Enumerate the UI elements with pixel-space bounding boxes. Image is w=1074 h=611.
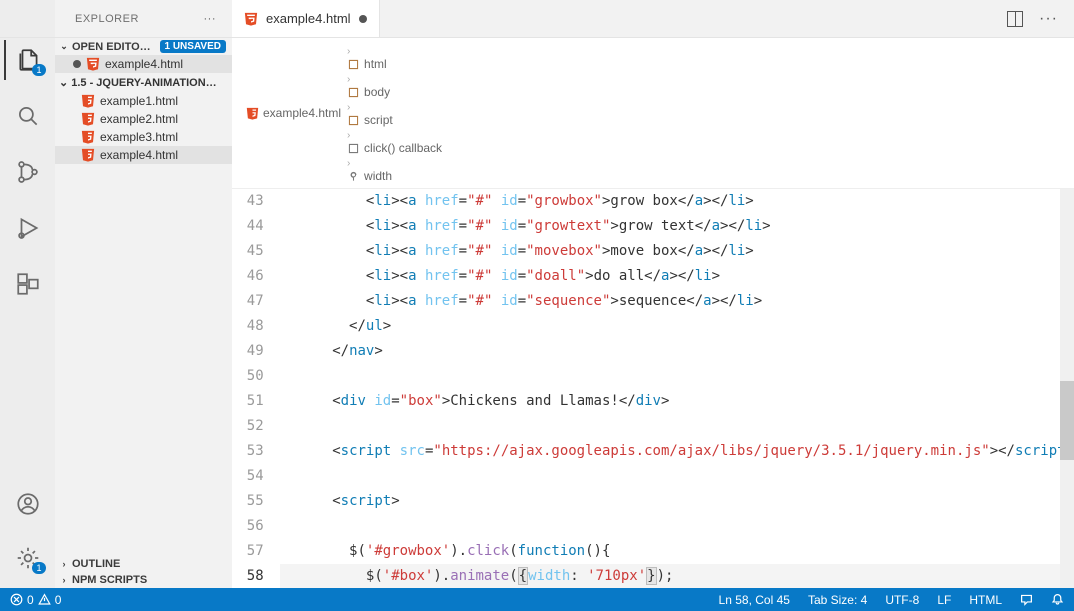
status-position[interactable]: Ln 58, Col 45	[719, 593, 790, 607]
file-name: example4.html	[105, 57, 183, 71]
activity-scm[interactable]	[4, 152, 52, 192]
html5-icon	[81, 112, 95, 126]
status-bell-icon[interactable]	[1051, 593, 1064, 606]
split-editor-icon[interactable]	[1007, 11, 1023, 27]
crumb-file[interactable]: example4.html	[246, 106, 341, 120]
explorer-heading: EXPLORER ···	[55, 0, 232, 37]
gutter: 4344454647484950515253545556575859606162…	[232, 189, 280, 588]
html5-icon	[244, 12, 258, 26]
settings-badge: 1	[32, 562, 45, 574]
editor-more-icon[interactable]: ···	[1039, 10, 1058, 28]
activity-search[interactable]	[4, 96, 52, 136]
tab-example4[interactable]: example4.html	[232, 0, 380, 37]
explorer-sidebar: ⌄ OPEN EDITO… 1 UNSAVED example4.html ⌄ …	[55, 38, 232, 588]
open-editor-item[interactable]: example4.html	[55, 55, 232, 73]
dirty-indicator-icon	[359, 15, 367, 23]
status-eol[interactable]: LF	[937, 593, 951, 607]
status-language[interactable]: HTML	[969, 593, 1002, 607]
overview-ruler[interactable]	[1060, 189, 1074, 588]
outline-label: OUTLINE	[72, 558, 120, 570]
crumb[interactable]: script	[347, 113, 442, 127]
file-item[interactable]: example4.html	[55, 146, 232, 164]
activity-account[interactable]	[4, 484, 52, 524]
crumb[interactable]: html	[347, 57, 442, 71]
file-item[interactable]: example2.html	[55, 110, 232, 128]
dirty-dot-icon	[73, 60, 81, 68]
titlebar: EXPLORER ··· example4.html ···	[0, 0, 1074, 38]
main: 1 1 ⌄ OPEN EDITO… 1 UNSAVED	[0, 38, 1074, 588]
activity-extensions[interactable]	[4, 264, 52, 304]
activity-settings[interactable]: 1	[4, 538, 52, 578]
html5-icon	[246, 107, 259, 120]
chevron-right-icon: ›	[59, 575, 69, 585]
unsaved-badge: 1 UNSAVED	[160, 40, 227, 53]
file-item[interactable]: example3.html	[55, 128, 232, 146]
folder-label: 1.5 - JQUERY-ANIMATION…	[71, 77, 216, 89]
explorer-more-icon[interactable]: ···	[204, 13, 217, 25]
chevron-down-icon: ⌄	[59, 41, 69, 52]
npm-label: NPM SCRIPTS	[72, 574, 147, 586]
activity-debug[interactable]	[4, 208, 52, 248]
html5-icon	[81, 148, 95, 162]
status-problems[interactable]: 0 0	[10, 593, 61, 607]
editor-tabs: example4.html ···	[232, 0, 1074, 37]
code-area[interactable]: 4344454647484950515253545556575859606162…	[232, 189, 1074, 588]
open-editors-label: OPEN EDITO…	[72, 41, 151, 53]
status-bar: 0 0 Ln 58, Col 45 Tab Size: 4 UTF-8 LF H…	[0, 588, 1074, 611]
status-tabsize[interactable]: Tab Size: 4	[808, 593, 867, 607]
crumb[interactable]: click() callback	[347, 141, 442, 155]
html5-icon	[81, 130, 95, 144]
file-item[interactable]: example1.html	[55, 92, 232, 110]
npm-scripts-header[interactable]: › NPM SCRIPTS	[55, 572, 232, 588]
status-feedback-icon[interactable]	[1020, 593, 1033, 606]
explorer-badge: 1	[32, 64, 45, 76]
chevron-right-icon: ›	[59, 559, 69, 569]
chevron-down-icon: ⌄	[59, 76, 68, 89]
tab-label: example4.html	[266, 11, 351, 26]
html5-icon	[81, 94, 95, 108]
folder-header[interactable]: ⌄ 1.5 - JQUERY-ANIMATION…	[55, 73, 232, 92]
html5-icon	[86, 57, 100, 71]
open-editors-header[interactable]: ⌄ OPEN EDITO… 1 UNSAVED	[55, 38, 232, 55]
outline-header[interactable]: › OUTLINE	[55, 556, 232, 572]
activity-explorer[interactable]: 1	[4, 40, 52, 80]
titlebar-corner	[0, 0, 55, 37]
explorer-title-text: EXPLORER	[75, 13, 139, 25]
editor-title-actions: ···	[1007, 0, 1074, 37]
status-encoding[interactable]: UTF-8	[885, 593, 919, 607]
code[interactable]: <li><a href="#" id="growbox">grow box</a…	[280, 189, 1074, 588]
activity-bar: 1 1	[0, 38, 55, 588]
breadcrumbs[interactable]: example4.html › html› body› script› clic…	[232, 38, 1074, 189]
crumb[interactable]: width	[347, 169, 442, 183]
editor: example4.html › html› body› script› clic…	[232, 38, 1074, 588]
crumb[interactable]: body	[347, 85, 442, 99]
